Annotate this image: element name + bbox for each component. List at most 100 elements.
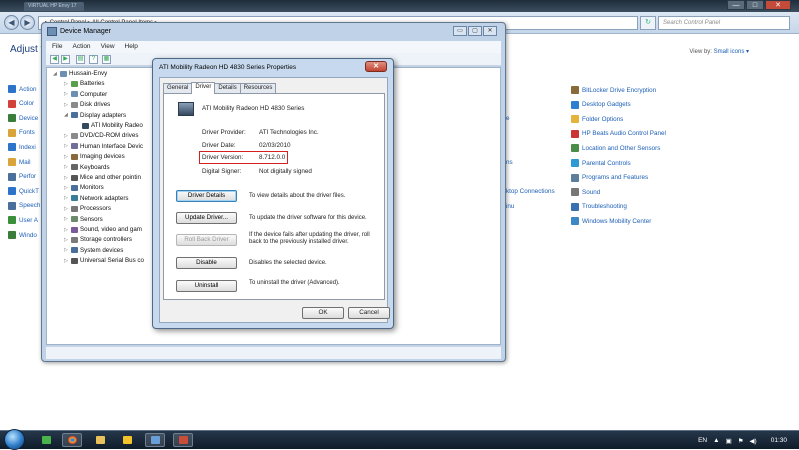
- tree-node[interactable]: ▷ Universal Serial Bus co: [64, 257, 144, 264]
- cp-left-item[interactable]: Perfor: [8, 172, 36, 181]
- search-input[interactable]: Search Control Panel: [658, 16, 790, 30]
- tree-expander-icon[interactable]: ▷: [64, 175, 69, 181]
- cp-right-item[interactable]: Folder Options: [571, 115, 623, 124]
- dm-minimize-button[interactable]: ▭: [453, 26, 467, 36]
- cp-left-item[interactable]: Action: [8, 85, 37, 93]
- tree-node[interactable]: ▷ Sound, video and gam: [64, 226, 142, 233]
- cp-right-item[interactable]: Windows Mobility Center: [571, 217, 651, 226]
- language-indicator[interactable]: EN: [698, 437, 707, 444]
- flag-icon[interactable]: ⚑: [738, 437, 744, 445]
- tree-expander-icon[interactable]: ▷: [64, 227, 69, 233]
- forward-arrow-icon[interactable]: ▶: [20, 15, 35, 30]
- minimize-button[interactable]: —: [727, 0, 745, 10]
- refresh-icon[interactable]: ↻: [640, 16, 656, 30]
- tree-node[interactable]: ▷ Processors: [64, 205, 111, 212]
- taskbar-device-manager-icon[interactable]: [173, 433, 193, 447]
- maximize-button[interactable]: □: [746, 0, 764, 10]
- tree-expander-icon[interactable]: ▷: [64, 133, 69, 139]
- cp-right-item[interactable]: Troubleshooting: [571, 202, 627, 211]
- tree-node[interactable]: ▷ Storage controllers: [64, 236, 132, 243]
- cp-right-item[interactable]: Programs and Features: [571, 173, 648, 182]
- start-button[interactable]: [4, 429, 25, 450]
- dm-titlebar[interactable]: Device Manager ▭ ▢ ✕: [42, 23, 505, 41]
- tree-expander-icon[interactable]: ▷: [64, 81, 69, 87]
- back-arrow-icon[interactable]: ◀: [4, 15, 19, 30]
- cancel-button[interactable]: Cancel: [348, 307, 390, 319]
- cp-middle-item[interactable]: ktop Connections: [506, 188, 555, 195]
- network-icon[interactable]: ▣: [726, 437, 732, 445]
- cp-right-item[interactable]: HP Beats Audio Control Panel: [571, 129, 666, 138]
- cp-left-item[interactable]: Color: [8, 99, 34, 108]
- tree-view-icon[interactable]: ▤: [76, 55, 85, 64]
- cp-left-item[interactable]: Fonts: [8, 128, 35, 137]
- tray-expand-icon[interactable]: ▲: [713, 437, 719, 444]
- tree-node[interactable]: ▷ Keyboards: [64, 164, 110, 171]
- forward-icon[interactable]: ▶: [61, 55, 70, 64]
- tree-expander-icon[interactable]: ▷: [64, 206, 69, 212]
- cp-right-item[interactable]: Sound: [571, 188, 600, 197]
- help-icon[interactable]: ?: [89, 55, 98, 64]
- tree-node[interactable]: ▷ Computer: [64, 91, 107, 98]
- tree-node[interactable]: ◢ Display adapters: [64, 112, 126, 119]
- tree-expander-icon[interactable]: ▷: [64, 143, 69, 149]
- properties-icon[interactable]: ▦: [102, 55, 111, 64]
- cp-middle-item[interactable]: inu: [506, 203, 514, 210]
- tree-node[interactable]: ▷ Human Interface Devic: [64, 143, 143, 150]
- tree-node[interactable]: ▷ Imaging devices: [64, 153, 125, 160]
- roll-back-driver-button[interactable]: Roll Back Driver: [176, 234, 237, 246]
- tree-expander-icon[interactable]: ◢: [64, 112, 69, 118]
- taskbar-media-icon[interactable]: [117, 433, 137, 447]
- dialog-close-button[interactable]: ✕: [365, 61, 387, 72]
- taskbar-app-1-icon[interactable]: [36, 433, 56, 447]
- cp-middle-item[interactable]: e: [506, 115, 510, 122]
- dm-close-button[interactable]: ✕: [483, 26, 497, 36]
- tree-expander-icon[interactable]: ▷: [64, 258, 69, 264]
- clock[interactable]: 01:30: [771, 437, 787, 444]
- taskbar-chrome-icon[interactable]: [62, 433, 82, 447]
- taskbar-control-panel-icon[interactable]: [145, 433, 165, 447]
- cp-left-item[interactable]: Windo: [8, 231, 37, 239]
- cp-middle-item[interactable]: ns: [506, 159, 513, 166]
- cp-left-item[interactable]: User A: [8, 216, 38, 225]
- ok-button[interactable]: OK: [302, 307, 344, 319]
- tree-expander-icon[interactable]: ▷: [64, 91, 69, 97]
- menu-file[interactable]: File: [52, 41, 62, 53]
- driver-details-button[interactable]: Driver Details: [176, 190, 237, 202]
- tab-driver[interactable]: Driver: [191, 82, 216, 94]
- tree-expander-icon[interactable]: ▷: [64, 185, 69, 191]
- close-button[interactable]: ✕: [765, 0, 791, 10]
- tree-expander-icon[interactable]: ▷: [64, 216, 69, 222]
- cp-right-item[interactable]: BitLocker Drive Encryption: [571, 86, 656, 94]
- tree-node[interactable]: ▷ Monitors: [64, 184, 104, 191]
- taskbar-explorer-icon[interactable]: [90, 433, 110, 447]
- tree-expander-icon[interactable]: ◢: [53, 71, 58, 77]
- volume-icon[interactable]: ◀): [750, 437, 757, 445]
- view-by-dropdown[interactable]: Small icons ▾: [714, 49, 749, 55]
- cp-right-item[interactable]: Desktop Gadgets: [571, 100, 631, 109]
- menu-action[interactable]: Action: [72, 41, 90, 53]
- tree-node[interactable]: ▷ System devices: [64, 247, 123, 254]
- tree-expander-icon[interactable]: ▷: [64, 102, 69, 108]
- tree-expander-icon[interactable]: ▷: [64, 247, 69, 253]
- update-driver-button[interactable]: Update Driver...: [176, 212, 237, 224]
- cp-right-item[interactable]: Location and Other Sensors: [571, 144, 660, 153]
- browser-tab[interactable]: VIRTUAL HP Envy 17 S...: [24, 2, 84, 11]
- cp-left-item[interactable]: Mail: [8, 158, 31, 166]
- tab-general[interactable]: General: [163, 83, 193, 93]
- tree-node[interactable]: ▷ Disk drives: [64, 101, 110, 108]
- tab-resources[interactable]: Resources: [239, 83, 277, 93]
- tree-node[interactable]: ▷ Network adapters: [64, 195, 129, 202]
- menu-help[interactable]: Help: [125, 41, 138, 53]
- uninstall-button[interactable]: Uninstall: [176, 280, 237, 292]
- tab-details[interactable]: Details: [214, 83, 241, 93]
- tree-expander-icon[interactable]: ▷: [64, 195, 69, 201]
- menu-view[interactable]: View: [101, 41, 115, 53]
- tree-node[interactable]: ▷ DVD/CD-ROM drives: [64, 132, 138, 139]
- tree-node[interactable]: ◢ Hussain-Envy: [53, 70, 107, 77]
- disable-button[interactable]: Disable: [176, 257, 237, 269]
- tree-expander-icon[interactable]: ▷: [64, 237, 69, 243]
- cp-right-item[interactable]: Parental Controls: [571, 159, 631, 167]
- cp-left-item[interactable]: QuickT: [8, 187, 39, 196]
- cp-left-item[interactable]: Speech: [8, 201, 40, 210]
- tree-node[interactable]: ▷ Mice and other pointin: [64, 174, 141, 181]
